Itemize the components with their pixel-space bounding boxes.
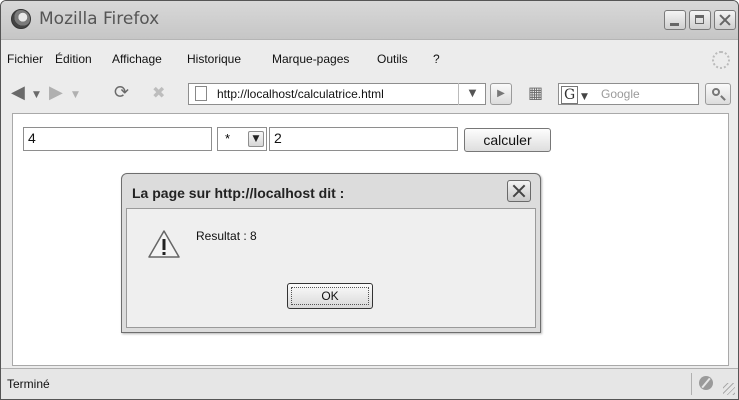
back-history-chevron-icon[interactable]: ▼ [33,87,40,103]
maximize-button[interactable] [689,10,711,30]
chevron-down-icon[interactable]: ▼ [248,131,264,147]
status-bar: Terminé [1,368,738,399]
ok-button[interactable]: OK [287,283,373,309]
status-text: Terminé [7,377,50,391]
security-status-icon[interactable] [699,376,713,390]
close-window-button[interactable] [714,10,736,30]
menu-help[interactable]: ? [433,52,440,66]
firefox-logo-icon [11,9,31,29]
url-text: http://localhost/calculatrice.html [217,87,384,101]
dialog-message: Resultat : 8 [196,229,257,243]
menu-bar: Fichier Édition Affichage Historique Mar… [1,40,738,74]
resize-grip-icon[interactable] [723,383,735,395]
operand2-input[interactable]: 2 [269,127,458,151]
menu-historique[interactable]: Historique [187,52,241,66]
menu-fichier[interactable]: Fichier [7,52,43,66]
minimize-button[interactable] [664,10,686,30]
throbber-icon [712,51,730,69]
status-divider [691,373,692,395]
page-icon [195,86,207,101]
operator-select[interactable]: * ▼ [217,127,267,151]
reload-icon[interactable]: ⟳ [114,84,129,102]
search-input[interactable]: G ▼ Google [558,83,699,105]
go-button[interactable]: ▶ [490,83,512,105]
forward-icon[interactable]: ▶ [49,84,63,102]
menu-edition[interactable]: Édition [55,52,92,66]
forward-history-chevron-icon[interactable]: ▼ [72,87,79,103]
operator-value: * [225,131,231,146]
search-placeholder: Google [601,87,640,101]
browser-window: Mozilla Firefox Fichier Édition Affichag… [0,0,739,400]
dialog-body: Resultat : 8 OK [126,208,536,328]
search-icon[interactable] [705,83,731,105]
search-engine-icon[interactable]: G ▼ [561,85,595,104]
dialog-close-button[interactable] [507,180,531,202]
url-dropdown-icon[interactable]: ▼ [458,83,486,105]
menu-outils[interactable]: Outils [377,52,408,66]
operand1-input[interactable]: 4 [23,127,212,151]
url-bar[interactable]: http://localhost/calculatrice.html [188,83,486,105]
calculer-button[interactable]: calculer [464,128,551,152]
bookmark-page-icon[interactable]: ▦ [528,85,543,101]
back-icon[interactable]: ◀ [11,84,25,102]
stop-icon[interactable]: ✖ [152,85,165,101]
menu-marque-pages[interactable]: Marque-pages [272,52,349,66]
window-title: Mozilla Firefox [39,9,160,29]
title-bar[interactable]: Mozilla Firefox [1,1,738,40]
warning-icon [148,230,180,258]
menu-affichage[interactable]: Affichage [112,52,162,66]
dialog-title: La page sur http://localhost dit : [132,185,345,201]
alert-dialog: La page sur http://localhost dit : Resul… [121,173,541,333]
